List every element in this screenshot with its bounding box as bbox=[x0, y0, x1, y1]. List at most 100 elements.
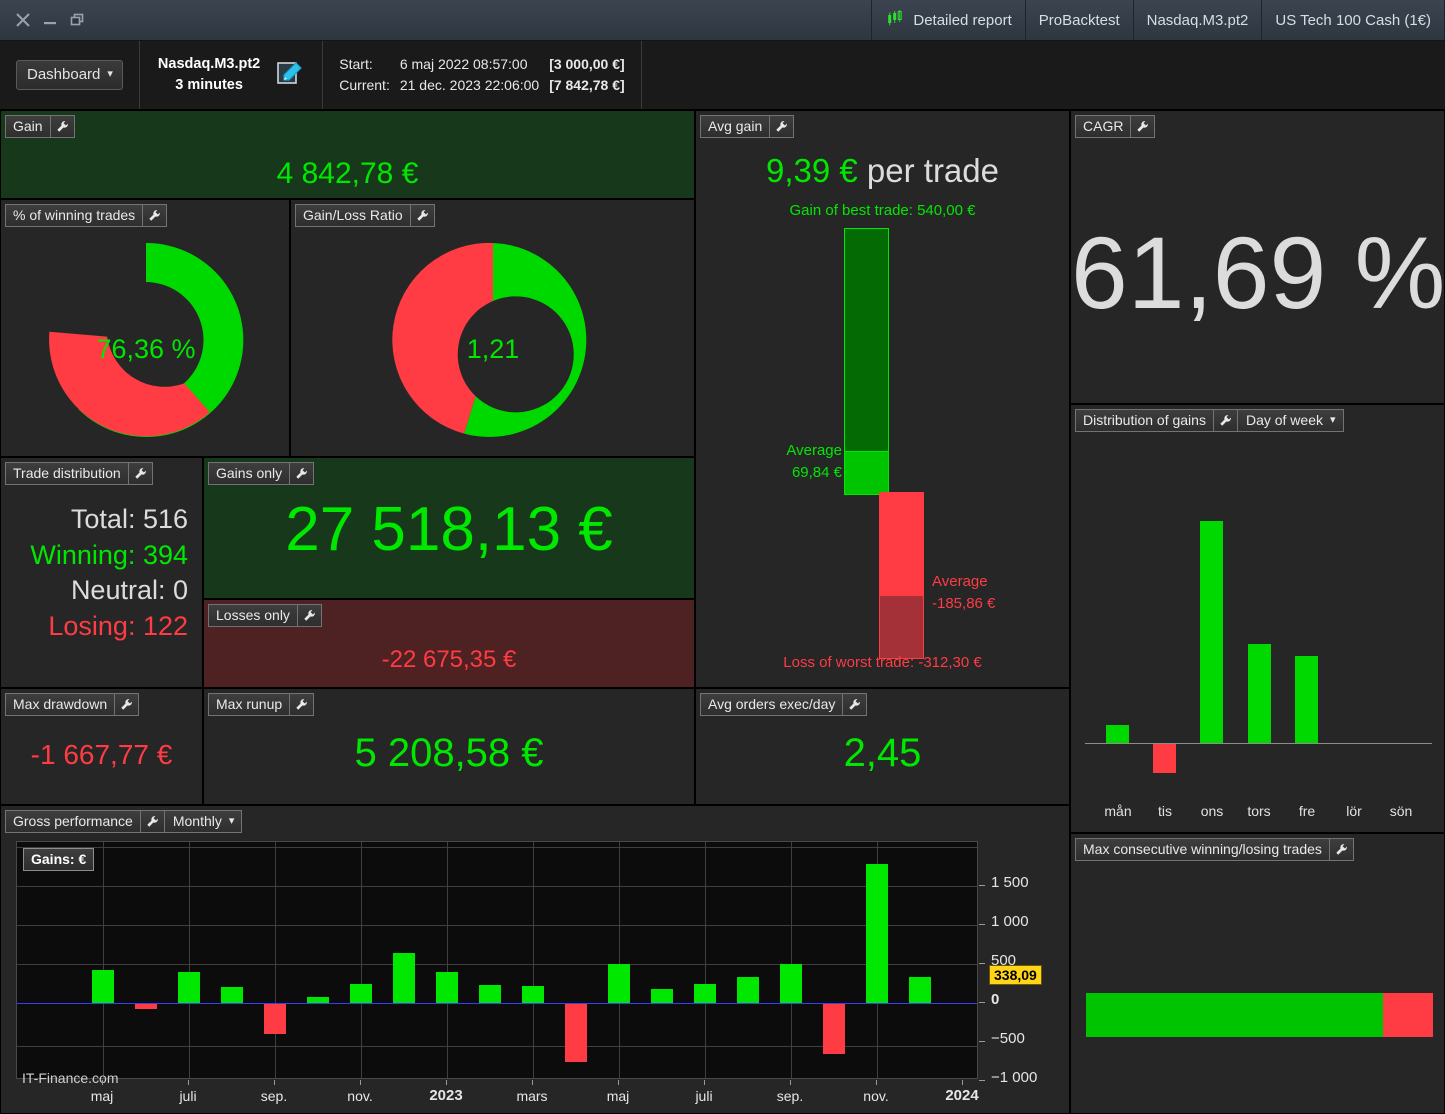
restore-icon[interactable] bbox=[68, 11, 86, 29]
panel-max-drawdown: Max drawdown -1 667,77 € bbox=[0, 688, 203, 805]
xtick-6 bbox=[532, 1080, 533, 1085]
xlabel-man: mån bbox=[1104, 803, 1132, 819]
gridline-v-2 bbox=[189, 842, 190, 1078]
panel-losses-only-header: Losses only bbox=[208, 604, 322, 627]
xlabel-2024: 2024 bbox=[945, 1087, 979, 1104]
wrench-icon[interactable] bbox=[1131, 115, 1156, 138]
tab-us-tech-100-cash[interactable]: US Tech 100 Cash (1€) bbox=[1261, 0, 1445, 40]
ytick-minus1000 bbox=[979, 1080, 985, 1081]
xtick-11 bbox=[962, 1080, 963, 1085]
bar-aug-2022 bbox=[221, 987, 243, 1003]
ytick-1000 bbox=[979, 924, 985, 925]
panel-trade-distribution: Trade distribution Total: 516 Winning: 3… bbox=[0, 457, 203, 688]
close-icon[interactable] bbox=[14, 11, 32, 29]
bar-jun-2022 bbox=[135, 1004, 157, 1009]
average-gain-label: Average bbox=[786, 442, 842, 459]
gross-performance-period-select[interactable]: Monthly ▾ bbox=[164, 810, 243, 833]
wrench-icon[interactable] bbox=[128, 462, 153, 485]
dashboard-dropdown[interactable]: Dashboard ▾ bbox=[16, 60, 123, 90]
panel-avg-gain: Avg gain 9,39 € per trade Gain of best t… bbox=[695, 110, 1070, 688]
wrench-icon[interactable] bbox=[290, 462, 315, 485]
ylabel-minus1000: −1 000 bbox=[991, 1069, 1038, 1086]
bar-maj-2023 bbox=[608, 964, 630, 1003]
panel-winning-pct: % of winning trades 76,36 % bbox=[0, 199, 290, 457]
bar-aug-2023 bbox=[737, 977, 759, 1003]
bar-nov-2023 bbox=[866, 864, 888, 1003]
wrench-icon[interactable] bbox=[290, 693, 315, 716]
current-row: Current: 21 dec. 2023 22:06:00 [7 842,78… bbox=[339, 75, 624, 96]
panel-title: Gain bbox=[5, 115, 51, 138]
wrench-icon[interactable] bbox=[143, 204, 168, 227]
panel-title: Trade distribution bbox=[5, 462, 129, 485]
tab-probacktest[interactable]: ProBacktest bbox=[1024, 0, 1133, 40]
tab-nasdaq-m3-pt2[interactable]: Nasdaq.M3.pt2 bbox=[1132, 0, 1262, 40]
xtick-5 bbox=[446, 1080, 447, 1085]
wrench-icon[interactable] bbox=[843, 693, 868, 716]
edit-icon[interactable] bbox=[274, 58, 304, 93]
gridline-v-3 bbox=[275, 842, 276, 1078]
bar-juli-2023 bbox=[694, 984, 716, 1003]
avg-orders-value: 2,45 bbox=[843, 731, 922, 775]
gridline-500 bbox=[17, 964, 977, 965]
list-item: Losing: 122 bbox=[48, 610, 188, 641]
wrench-icon[interactable] bbox=[770, 115, 795, 138]
panel-gain-loss-ratio-header: Gain/Loss Ratio bbox=[295, 204, 435, 227]
max-consecutive-winning-bar bbox=[1086, 993, 1383, 1037]
xtick-7 bbox=[618, 1080, 619, 1085]
distribution-zero-axis bbox=[1085, 743, 1432, 744]
application-window: Detailed report ProBacktest Nasdaq.M3.pt… bbox=[0, 0, 1445, 1114]
gridline-v-7 bbox=[619, 842, 620, 1078]
wrench-icon[interactable] bbox=[50, 115, 75, 138]
panel-distribution-of-gains: Distribution of gains Day of week ▾ mån … bbox=[1070, 404, 1445, 833]
dates-info: Start: 6 maj 2022 08:57:00 [3 000,00 €] … bbox=[323, 54, 640, 96]
tab-detailed-report[interactable]: Detailed report bbox=[871, 0, 1024, 40]
gridline-v-5 bbox=[447, 842, 448, 1078]
minimize-icon[interactable] bbox=[41, 11, 59, 29]
title-bar: Detailed report ProBacktest Nasdaq.M3.pt… bbox=[0, 0, 1445, 41]
trade-distribution-list: Total: 516 Winning: 394 Neutral: 0 Losin… bbox=[30, 502, 188, 645]
cagr-value: 61,69 % bbox=[1071, 216, 1445, 330]
panel-max-consecutive-header: Max consecutive winning/losing trades bbox=[1075, 838, 1354, 861]
bar-dec-2023 bbox=[909, 977, 931, 1003]
bar-okt-2023 bbox=[823, 1004, 845, 1054]
xlabel-fre: fre bbox=[1298, 803, 1316, 819]
bar-jun-2023 bbox=[651, 989, 673, 1003]
current-label: Current: bbox=[339, 77, 390, 93]
cursor-price-badge: 338,09 bbox=[989, 965, 1042, 985]
gain-value: 4 842,78 € bbox=[276, 157, 419, 190]
window-controls bbox=[0, 0, 100, 40]
xlabel-mars-2023: mars bbox=[516, 1088, 548, 1104]
chevron-down-icon: ▾ bbox=[1330, 413, 1336, 426]
strategy-text: Nasdaq.M3.pt2 3 minutes bbox=[158, 54, 260, 96]
wrench-icon[interactable] bbox=[410, 204, 435, 227]
bar-ons bbox=[1200, 521, 1223, 743]
wrench-icon[interactable] bbox=[140, 810, 165, 833]
distribution-grouping-select[interactable]: Day of week ▾ bbox=[1237, 409, 1344, 432]
zero-line bbox=[17, 1003, 977, 1004]
gridline-v-1 bbox=[103, 842, 104, 1078]
wrench-icon[interactable] bbox=[1329, 838, 1354, 861]
panel-avg-orders: Avg orders exec/day 2,45 bbox=[695, 688, 1070, 805]
panel-distribution-of-gains-header: Distribution of gains Day of week ▾ bbox=[1075, 409, 1344, 432]
wrench-icon[interactable] bbox=[297, 604, 322, 627]
average-loss-label: Average bbox=[932, 573, 988, 590]
xtick-3 bbox=[274, 1080, 275, 1085]
xtick-10 bbox=[876, 1080, 877, 1085]
wrench-icon[interactable] bbox=[115, 693, 140, 716]
panel-max-consecutive: Max consecutive winning/losing trades bbox=[1070, 833, 1445, 1114]
bar-tors bbox=[1248, 644, 1271, 743]
panel-avg-orders-header: Avg orders exec/day bbox=[700, 693, 868, 716]
tab-label: ProBacktest bbox=[1038, 11, 1120, 29]
gridline-top bbox=[17, 847, 977, 848]
bar-apr-2023 bbox=[565, 1004, 587, 1062]
watermark: IT-Finance.com bbox=[22, 1070, 119, 1086]
panel-gross-performance: Gross performance Monthly ▾ Gains: € IT-… bbox=[0, 805, 1070, 1114]
gridline-v-9 bbox=[791, 842, 792, 1078]
wrench-icon[interactable] bbox=[1213, 409, 1238, 432]
ylabel-1000: 1 000 bbox=[991, 913, 1029, 930]
tab-label: Detailed report bbox=[913, 11, 1012, 29]
tab-label: US Tech 100 Cash (1€) bbox=[1275, 11, 1431, 29]
gains-unit-tag: Gains: € bbox=[23, 848, 95, 871]
gridline-v-6 bbox=[533, 842, 534, 1078]
xlabel-tis: tis bbox=[1158, 803, 1172, 819]
